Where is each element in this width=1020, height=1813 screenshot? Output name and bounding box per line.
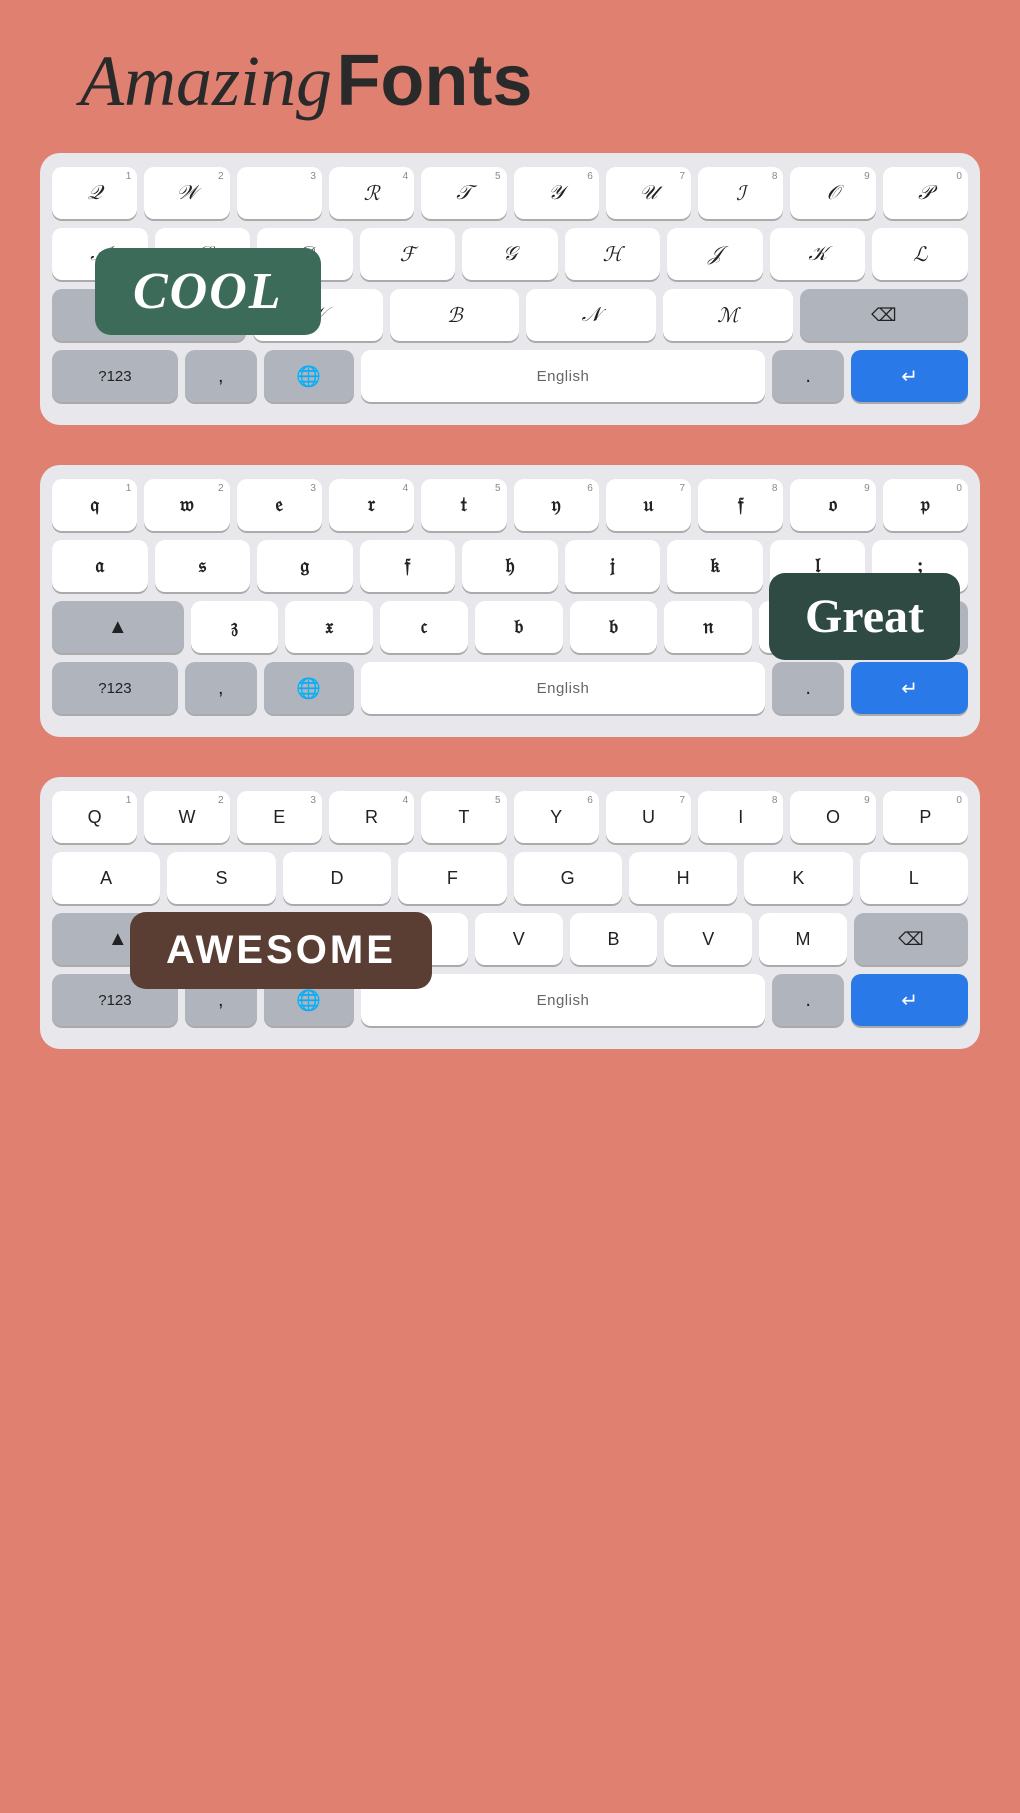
key2-e[interactable]: 3𝔢 bbox=[237, 479, 322, 531]
key-o[interactable]: 9𝒪 bbox=[790, 167, 875, 219]
key-period-1[interactable]: . bbox=[772, 350, 844, 402]
key3-t[interactable]: 5T bbox=[421, 791, 506, 843]
key-q[interactable]: 1𝒬 bbox=[52, 167, 137, 219]
kb-row-2-1: 1𝔮 2𝔴 3𝔢 4𝔯 5𝔱 6𝔶 7𝔲 8𝔣 9𝔬 0𝔭 bbox=[52, 479, 968, 531]
key2-w[interactable]: 2𝔴 bbox=[144, 479, 229, 531]
key2-y[interactable]: 6𝔶 bbox=[514, 479, 599, 531]
key2-g[interactable]: 𝔤 bbox=[257, 540, 353, 592]
key-g[interactable]: 𝒢 bbox=[462, 228, 558, 280]
title-area: Amazing Fonts bbox=[20, 40, 1000, 123]
key3-s[interactable]: S bbox=[167, 852, 275, 904]
key3-u[interactable]: 7U bbox=[606, 791, 691, 843]
key3-a[interactable]: A bbox=[52, 852, 160, 904]
key2-p[interactable]: 0𝔭 bbox=[883, 479, 968, 531]
key-e[interactable]: 3𝒠 bbox=[237, 167, 322, 219]
keyboard-card-2: Great 1𝔮 2𝔴 3𝔢 4𝔯 5𝔱 6𝔶 7𝔲 8𝔣 9𝔬 0𝔭 𝔞 𝔰 … bbox=[40, 465, 980, 737]
title-cursive: Amazing bbox=[80, 41, 332, 121]
tooltip-cool-text: COOL bbox=[133, 263, 283, 320]
key-f[interactable]: ℱ bbox=[360, 228, 456, 280]
key3-h[interactable]: H bbox=[629, 852, 737, 904]
kb-row-3-1: 1Q 2W 3E 4R 5T 6Y 7U 8I 9O 0P bbox=[52, 791, 968, 843]
key2-n[interactable]: 𝔫 bbox=[664, 601, 752, 653]
key2-x[interactable]: 𝔵 bbox=[285, 601, 373, 653]
key-b[interactable]: ℬ bbox=[390, 289, 520, 341]
keyboard-card-3: AWESOME 1Q 2W 3E 4R 5T 6Y 7U 8I 9O 0P A … bbox=[40, 777, 980, 1049]
tooltip-great-text: Great bbox=[805, 590, 924, 643]
key-sym-2[interactable]: ?123 bbox=[52, 662, 178, 714]
key3-v[interactable]: V bbox=[475, 913, 563, 965]
key-return-3[interactable]: ↵ bbox=[851, 974, 968, 1026]
key-globe-1[interactable]: 🌐 bbox=[264, 350, 354, 402]
key3-f[interactable]: F bbox=[398, 852, 506, 904]
tooltip-awesome-text: AWESOME bbox=[166, 928, 396, 972]
key3-m[interactable]: M bbox=[759, 913, 847, 965]
key-m[interactable]: ℳ bbox=[663, 289, 793, 341]
title-bold: Fonts bbox=[336, 41, 532, 121]
tooltip-cool: COOL bbox=[95, 248, 321, 335]
key-comma-1[interactable]: , bbox=[185, 350, 257, 402]
key3-o[interactable]: 9O bbox=[790, 791, 875, 843]
key2-u[interactable]: 7𝔲 bbox=[606, 479, 691, 531]
key-l[interactable]: ℒ bbox=[872, 228, 968, 280]
key-u[interactable]: 7𝒰 bbox=[606, 167, 691, 219]
key-shift-2[interactable]: ▲ bbox=[52, 601, 184, 653]
key3-g[interactable]: G bbox=[514, 852, 622, 904]
key-r[interactable]: 4ℛ bbox=[329, 167, 414, 219]
key2-c[interactable]: 𝔠 bbox=[380, 601, 468, 653]
key3-b[interactable]: B bbox=[570, 913, 658, 965]
key2-f[interactable]: 8𝔣 bbox=[698, 479, 783, 531]
key3-q[interactable]: 1Q bbox=[52, 791, 137, 843]
key-w[interactable]: 2𝒲 bbox=[144, 167, 229, 219]
key3-d[interactable]: D bbox=[283, 852, 391, 904]
key-backspace-3[interactable]: ⌫ bbox=[854, 913, 968, 965]
key-period-3[interactable]: . bbox=[772, 974, 844, 1026]
key2-o[interactable]: 9𝔬 bbox=[790, 479, 875, 531]
tooltip-great: Great bbox=[769, 573, 960, 660]
key2-k[interactable]: 𝔨 bbox=[667, 540, 763, 592]
keyboard-card-1: COOL 1𝒬 2𝒲 3𝒠 4ℛ 5𝒯 6𝒴 7𝒰 8ℐ 9𝒪 0𝒫 𝒜 𝒮 𝒟… bbox=[40, 153, 980, 425]
key3-y[interactable]: 6Y bbox=[514, 791, 599, 843]
kb-row-2-bottom: ?123 , 🌐 English . ↵ bbox=[52, 662, 968, 714]
key3-i[interactable]: 8I bbox=[698, 791, 783, 843]
key3-l[interactable]: L bbox=[860, 852, 968, 904]
key-k[interactable]: 𝒦 bbox=[770, 228, 866, 280]
key-return-2[interactable]: ↵ bbox=[851, 662, 968, 714]
key3-p[interactable]: 0P bbox=[883, 791, 968, 843]
key2-s[interactable]: 𝔰 bbox=[155, 540, 251, 592]
key-t[interactable]: 5𝒯 bbox=[421, 167, 506, 219]
key3-k[interactable]: K bbox=[744, 852, 852, 904]
key-space-2[interactable]: English bbox=[361, 662, 766, 714]
key2-b[interactable]: 𝔟 bbox=[475, 601, 563, 653]
key2-b2[interactable]: 𝔟 bbox=[570, 601, 658, 653]
key2-f2[interactable]: 𝔣 bbox=[360, 540, 456, 592]
key2-z[interactable]: 𝔷 bbox=[191, 601, 279, 653]
key-globe-2[interactable]: 🌐 bbox=[264, 662, 354, 714]
key-backspace-1[interactable]: ⌫ bbox=[800, 289, 968, 341]
key2-q[interactable]: 1𝔮 bbox=[52, 479, 137, 531]
key3-e[interactable]: 3E bbox=[237, 791, 322, 843]
key2-j[interactable]: 𝔧 bbox=[565, 540, 661, 592]
key-comma-2[interactable]: , bbox=[185, 662, 257, 714]
kb-row-3-2: A S D F G H K L bbox=[52, 852, 968, 904]
key2-r[interactable]: 4𝔯 bbox=[329, 479, 414, 531]
key-p[interactable]: 0𝒫 bbox=[883, 167, 968, 219]
key-j[interactable]: 𝒥 bbox=[667, 228, 763, 280]
key-sym-1[interactable]: ?123 bbox=[52, 350, 178, 402]
kb-row-1-1: 1𝒬 2𝒲 3𝒠 4ℛ 5𝒯 6𝒴 7𝒰 8ℐ 9𝒪 0𝒫 bbox=[52, 167, 968, 219]
key2-t[interactable]: 5𝔱 bbox=[421, 479, 506, 531]
key-period-2[interactable]: . bbox=[772, 662, 844, 714]
key-space-1[interactable]: English bbox=[361, 350, 766, 402]
tooltip-awesome: AWESOME bbox=[130, 912, 432, 989]
key-i[interactable]: 8ℐ bbox=[698, 167, 783, 219]
key-h[interactable]: ℋ bbox=[565, 228, 661, 280]
key-y[interactable]: 6𝒴 bbox=[514, 167, 599, 219]
key3-r[interactable]: 4R bbox=[329, 791, 414, 843]
kb-row-1-bottom: ?123 , 🌐 English . ↵ bbox=[52, 350, 968, 402]
key2-h[interactable]: 𝔥 bbox=[462, 540, 558, 592]
key2-a[interactable]: 𝔞 bbox=[52, 540, 148, 592]
key-return-1[interactable]: ↵ bbox=[851, 350, 968, 402]
key3-v2[interactable]: V bbox=[664, 913, 752, 965]
key3-w[interactable]: 2W bbox=[144, 791, 229, 843]
key-n[interactable]: 𝒩 bbox=[526, 289, 656, 341]
